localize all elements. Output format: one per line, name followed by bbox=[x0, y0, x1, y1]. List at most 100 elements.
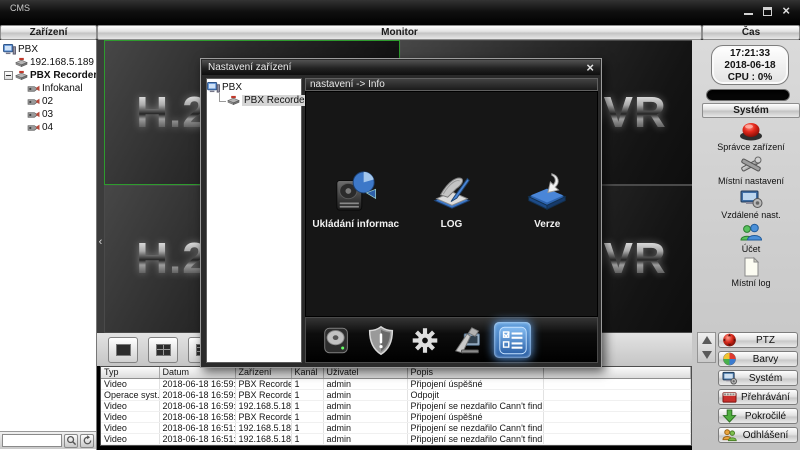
dialog-title: Nastavení zařízení bbox=[208, 62, 586, 73]
menu-item-label: Místní log bbox=[731, 278, 770, 288]
devices-panel-header: Zařízení bbox=[0, 25, 97, 40]
dialog-tree-label: PBX Recorder bbox=[242, 95, 310, 106]
tree-item-channel[interactable]: Infokanal bbox=[0, 82, 96, 95]
tree-item-label: Infokanal bbox=[42, 83, 83, 94]
tree-item-channel[interactable]: 02 bbox=[0, 95, 96, 108]
colors-button[interactable]: Barvy bbox=[718, 351, 798, 367]
users-icon bbox=[739, 223, 763, 243]
dialog-tree-item-pbx-recorder[interactable]: PBX Recorder bbox=[207, 94, 301, 107]
menu-item-label: Správce zařízení bbox=[717, 142, 785, 152]
event-log-table: Typ Datum Zařízení Kanál Uživatel Popis … bbox=[100, 366, 692, 446]
scroll-up-icon[interactable] bbox=[702, 336, 712, 344]
col-header-datum[interactable]: Datum bbox=[159, 367, 235, 378]
advanced-button[interactable]: Pokročilé bbox=[718, 408, 798, 424]
device-search-bar bbox=[0, 431, 96, 449]
scroll-down-icon[interactable] bbox=[702, 351, 712, 359]
dialog-device-tree: PBX PBX Recorder bbox=[206, 78, 302, 363]
system-tools-icon[interactable] bbox=[450, 322, 487, 358]
minimize-icon[interactable] bbox=[744, 13, 753, 15]
col-header-zarizeni[interactable]: Zařízení bbox=[235, 367, 291, 378]
col-header-uzivatel[interactable]: Uživatel bbox=[323, 367, 407, 378]
version-icon bbox=[524, 168, 570, 214]
device-tree: PBX 192.168.5.189 PBX Recorder Infokanal… bbox=[0, 40, 96, 134]
search-button[interactable] bbox=[64, 434, 78, 448]
log-icon bbox=[429, 168, 475, 214]
chevron-left-icon: ‹ bbox=[99, 236, 103, 248]
clock-time: 17:21:33 bbox=[712, 48, 788, 60]
titlebar: CMS × bbox=[0, 0, 800, 25]
tree-collapse-handle[interactable]: ‹ bbox=[97, 40, 104, 333]
log-row[interactable]: Operace syst...2018-06-18 16:59:02PBX Re… bbox=[101, 389, 691, 400]
tree-item-label: PBX Recorder bbox=[30, 70, 96, 81]
version-item[interactable]: Verze bbox=[501, 168, 593, 230]
log-row[interactable]: Video2018-06-18 16:59:02PBX Recorder1adm… bbox=[101, 378, 691, 389]
colors-icon bbox=[722, 352, 737, 366]
clock-display: 17:21:33 2018-06-18 CPU : 0% bbox=[711, 45, 789, 85]
tree-item-channel[interactable]: 03 bbox=[0, 108, 96, 121]
quad-view-icon bbox=[156, 344, 171, 356]
dialog-toolbar bbox=[305, 317, 598, 363]
tree-item-channel[interactable]: 04 bbox=[0, 121, 96, 134]
info-item-label: LOG bbox=[441, 219, 463, 230]
single-view-button[interactable] bbox=[108, 337, 138, 363]
log-row[interactable]: Video2018-06-18 16:51:54192.168.5.1891ad… bbox=[101, 433, 691, 444]
menu-item-account[interactable]: Účet bbox=[739, 223, 763, 254]
collapse-expander-icon[interactable] bbox=[4, 71, 13, 80]
log-row-empty bbox=[101, 444, 691, 446]
tree-item-pbx[interactable]: PBX bbox=[0, 43, 96, 56]
log-row[interactable]: Video2018-06-18 16:59:02192.168.5.1891ad… bbox=[101, 400, 691, 411]
app-title: CMS bbox=[10, 3, 30, 13]
monitor-icon bbox=[207, 82, 220, 93]
playback-button[interactable]: Přehrávání bbox=[718, 389, 798, 405]
tree-item-pbx-recorder[interactable]: PBX Recorder bbox=[0, 69, 96, 82]
col-header-popis[interactable]: Popis bbox=[407, 367, 543, 378]
log-item[interactable]: LOG bbox=[406, 168, 498, 230]
menu-item-local-log[interactable]: Místní log bbox=[731, 257, 770, 288]
tree-item-ip-device[interactable]: 192.168.5.189 bbox=[0, 56, 96, 69]
system-menu: Správce zařízení Místní nastavení Vzdále… bbox=[702, 121, 800, 291]
refresh-button[interactable] bbox=[80, 434, 94, 448]
tree-connector bbox=[219, 93, 226, 102]
tree-item-label: PBX bbox=[18, 44, 38, 55]
breadcrumb: nastavení -> Info bbox=[305, 78, 598, 91]
monitor-panel-header: Monitor bbox=[97, 25, 702, 40]
settings-gear-icon[interactable] bbox=[406, 322, 443, 358]
log-row[interactable]: Video2018-06-18 16:58:13PBX Recorder1adm… bbox=[101, 411, 691, 422]
menu-item-remote-settings[interactable]: Vzdálené nast. bbox=[721, 189, 781, 220]
menu-item-device-manager[interactable]: Správce zařízení bbox=[717, 121, 785, 152]
search-input[interactable] bbox=[2, 434, 62, 447]
info-item-label: Ukládání informac bbox=[312, 219, 399, 230]
ptz-icon bbox=[722, 333, 737, 347]
quad-view-button[interactable] bbox=[148, 337, 178, 363]
storage-info-item[interactable]: Ukládání informac bbox=[310, 168, 402, 230]
info-checklist-icon[interactable] bbox=[494, 322, 531, 358]
col-header-typ[interactable]: Typ bbox=[101, 367, 159, 378]
storage-tool-icon[interactable] bbox=[318, 322, 355, 358]
storage-info-icon bbox=[333, 168, 379, 214]
single-view-icon bbox=[116, 344, 131, 356]
device-settings-dialog: Nastavení zařízení × PBX PBX Recorder na… bbox=[200, 58, 602, 368]
col-header-kanal[interactable]: Kanál bbox=[291, 367, 323, 378]
system-section-header: Systém bbox=[702, 103, 800, 118]
menu-item-label: Místní nastavení bbox=[718, 176, 784, 186]
info-items: Ukládání informac LOG Verze bbox=[305, 91, 598, 317]
menu-item-local-settings[interactable]: Místní nastavení bbox=[718, 155, 784, 186]
logout-button[interactable]: Odhlášení bbox=[718, 427, 798, 443]
action-button-panel: PTZ Barvy Systém Přehrávání Pokročilé Od… bbox=[718, 332, 798, 443]
dialog-tree-label: PBX bbox=[222, 82, 242, 93]
red-button-icon bbox=[739, 121, 763, 141]
camera-icon bbox=[27, 83, 40, 94]
cpu-usage: CPU : 0% bbox=[712, 72, 788, 84]
close-icon[interactable]: × bbox=[782, 4, 790, 17]
maximize-icon[interactable] bbox=[763, 7, 772, 16]
dialog-close-icon[interactable]: × bbox=[586, 61, 594, 74]
log-row[interactable]: Video2018-06-18 16:51:54192.168.5.1891ad… bbox=[101, 422, 691, 433]
tree-item-label: 192.168.5.189 bbox=[30, 57, 94, 68]
search-icon bbox=[66, 435, 77, 446]
advanced-icon bbox=[722, 409, 737, 423]
security-shield-icon[interactable] bbox=[362, 322, 399, 358]
menu-item-label: Vzdálené nast. bbox=[721, 210, 781, 220]
camera-icon bbox=[27, 96, 40, 107]
ptz-button[interactable]: PTZ bbox=[718, 332, 798, 348]
system-button[interactable]: Systém bbox=[718, 370, 798, 386]
